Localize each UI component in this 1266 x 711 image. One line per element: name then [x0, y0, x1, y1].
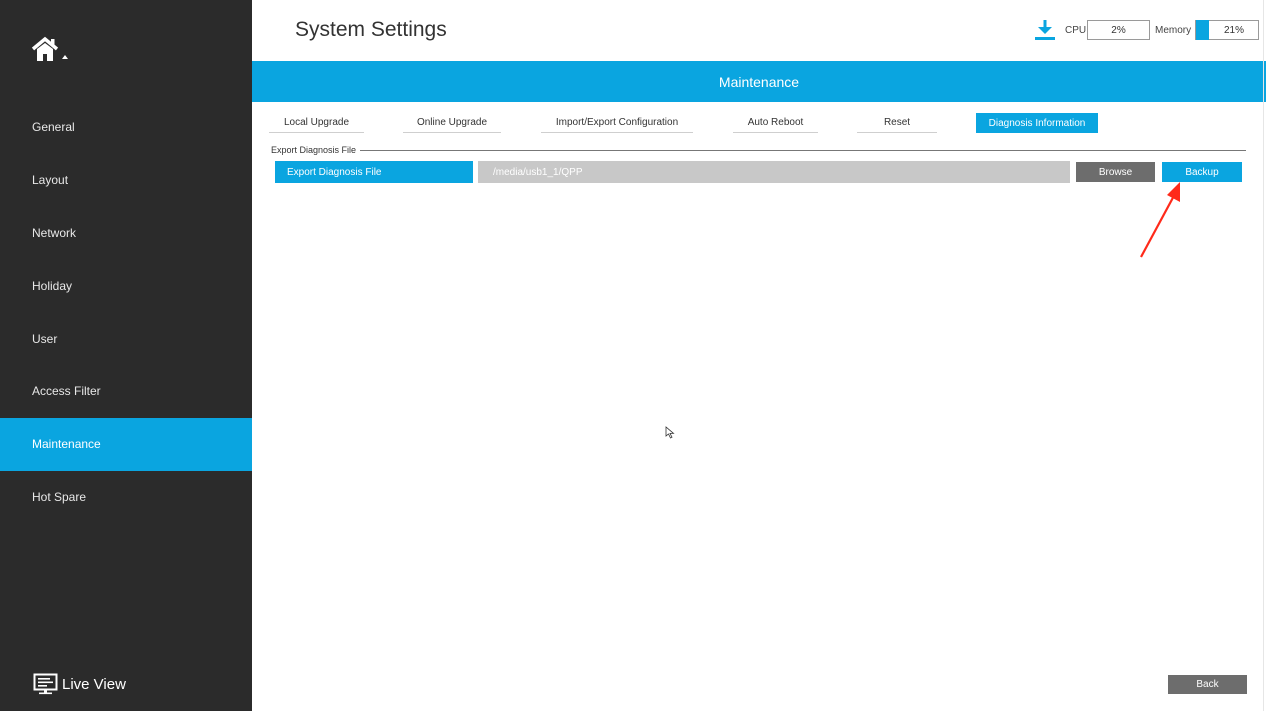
sidebar-item-access-filter[interactable]: Access Filter — [0, 365, 252, 418]
memory-value: 21% — [1223, 24, 1244, 36]
cpu-value: 2% — [1111, 24, 1126, 36]
live-view-label: Live View — [62, 675, 126, 693]
monitor-icon — [33, 673, 58, 695]
sidebar-item-label: General — [32, 120, 75, 135]
sidebar-item-user[interactable]: User — [0, 312, 252, 365]
tab-import-export-configuration[interactable]: Import/Export Configuration — [541, 113, 693, 133]
export-label-text: Export Diagnosis File — [287, 166, 382, 178]
section-banner: Maintenance — [252, 61, 1266, 102]
export-path-field[interactable] — [478, 161, 1070, 183]
tab-label: Local Upgrade — [283, 117, 350, 128]
banner-title: Maintenance — [718, 73, 800, 90]
sidebar-item-maintenance[interactable]: Maintenance — [0, 417, 252, 471]
sidebar-item-label: Maintenance — [32, 437, 101, 452]
sidebar-item-label: Layout — [32, 173, 69, 188]
sidebar: General Layout Network Holiday User Acce… — [0, 0, 252, 711]
download-icon[interactable] — [1034, 19, 1056, 41]
home-icon[interactable] — [30, 36, 74, 66]
sidebar-item-label: Hot Spare — [32, 489, 87, 504]
sidebar-item-network[interactable]: Network — [0, 207, 252, 260]
tab-label: Online Upgrade — [416, 117, 488, 128]
tab-reset[interactable]: Reset — [857, 113, 937, 133]
tab-label: Diagnosis Information — [988, 117, 1086, 129]
section-label: Export Diagnosis File — [271, 145, 359, 155]
sidebar-item-hot-spare[interactable]: Hot Spare — [0, 471, 252, 524]
tab-diagnosis-information[interactable]: Diagnosis Information — [976, 113, 1098, 133]
sidebar-item-holiday[interactable]: Holiday — [0, 259, 252, 312]
sidebar-item-label: Network — [32, 225, 77, 240]
scrollbar-edge — [1263, 0, 1264, 711]
sidebar-item-label: User — [32, 331, 58, 346]
annotation-arrow-icon — [1136, 178, 1186, 260]
sidebar-item-layout[interactable]: Layout — [0, 154, 252, 207]
memory-label: Memory — [1155, 25, 1192, 36]
live-view-button[interactable]: Live View — [33, 673, 126, 695]
system-settings-window: General Layout Network Holiday User Acce… — [0, 0, 1266, 711]
export-diagnosis-file-label: Export Diagnosis File — [275, 161, 473, 183]
section-divider — [360, 150, 1246, 151]
cpu-label: CPU — [1065, 25, 1087, 36]
mouse-cursor-icon — [664, 426, 678, 440]
cpu-usage-box: 2% — [1087, 20, 1150, 40]
tab-online-upgrade[interactable]: Online Upgrade — [403, 113, 501, 133]
sidebar-item-general[interactable]: General — [0, 101, 252, 154]
tab-label: Import/Export Configuration — [555, 117, 679, 128]
tab-label: Auto Reboot — [747, 117, 804, 128]
sidebar-item-label: Access Filter — [32, 384, 101, 399]
sidebar-item-label: Holiday — [32, 278, 73, 293]
tab-label: Reset — [883, 117, 911, 128]
tab-auto-reboot[interactable]: Auto Reboot — [733, 113, 818, 133]
back-button[interactable]: Back — [1168, 675, 1247, 694]
tab-local-upgrade[interactable]: Local Upgrade — [269, 113, 364, 133]
page-title: System Settings — [295, 18, 447, 41]
sidebar-nav: General Layout Network Holiday User Acce… — [0, 101, 252, 523]
memory-usage-fill — [1196, 20, 1209, 40]
